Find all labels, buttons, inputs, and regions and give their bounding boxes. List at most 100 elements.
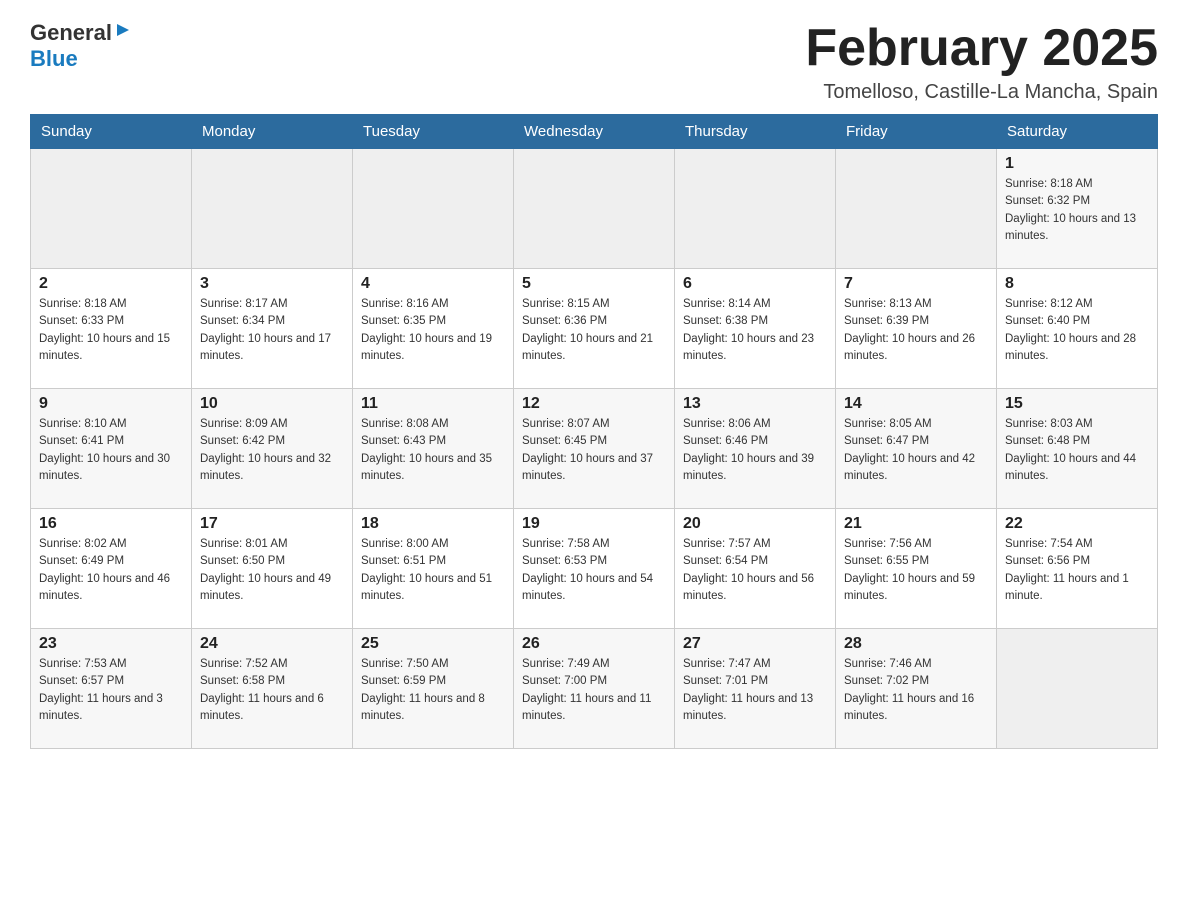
day-number: 4 (361, 275, 505, 293)
day-info: Sunrise: 8:14 AM Sunset: 6:38 PM Dayligh… (683, 296, 827, 365)
day-info: Sunrise: 8:16 AM Sunset: 6:35 PM Dayligh… (361, 296, 505, 365)
calendar-day-cell: 26 Sunrise: 7:49 AM Sunset: 7:00 PM Dayli… (514, 629, 675, 749)
day-info: Sunrise: 8:05 AM Sunset: 6:47 PM Dayligh… (844, 416, 988, 485)
calendar-day-header: Tuesday (353, 115, 514, 149)
calendar-day-cell: 23 Sunrise: 7:53 AM Sunset: 6:57 PM Dayli… (31, 629, 192, 749)
calendar-day-cell: 14 Sunrise: 8:05 AM Sunset: 6:47 PM Dayli… (836, 389, 997, 509)
calendar-day-header: Thursday (675, 115, 836, 149)
day-number: 11 (361, 395, 505, 413)
day-info: Sunrise: 8:18 AM Sunset: 6:33 PM Dayligh… (39, 296, 183, 365)
day-info: Sunrise: 8:18 AM Sunset: 6:32 PM Dayligh… (1005, 176, 1149, 245)
day-number: 1 (1005, 155, 1149, 173)
day-info: Sunrise: 7:56 AM Sunset: 6:55 PM Dayligh… (844, 536, 988, 605)
calendar-day-cell (997, 629, 1158, 749)
calendar-day-cell: 28 Sunrise: 7:46 AM Sunset: 7:02 PM Dayli… (836, 629, 997, 749)
day-info: Sunrise: 7:53 AM Sunset: 6:57 PM Dayligh… (39, 656, 183, 725)
calendar-day-cell: 17 Sunrise: 8:01 AM Sunset: 6:50 PM Dayli… (192, 509, 353, 629)
calendar-day-cell: 18 Sunrise: 8:00 AM Sunset: 6:51 PM Dayli… (353, 509, 514, 629)
day-number: 28 (844, 635, 988, 653)
day-info: Sunrise: 8:17 AM Sunset: 6:34 PM Dayligh… (200, 296, 344, 365)
day-info: Sunrise: 7:52 AM Sunset: 6:58 PM Dayligh… (200, 656, 344, 725)
calendar-day-cell: 20 Sunrise: 7:57 AM Sunset: 6:54 PM Dayli… (675, 509, 836, 629)
day-info: Sunrise: 8:01 AM Sunset: 6:50 PM Dayligh… (200, 536, 344, 605)
calendar-day-cell: 8Sunrise: 8:12 AM Sunset: 6:40 PM Daylig… (997, 269, 1158, 389)
calendar-day-cell: 24 Sunrise: 7:52 AM Sunset: 6:58 PM Dayli… (192, 629, 353, 749)
calendar-day-cell: 25Sunrise: 7:50 AM Sunset: 6:59 PM Dayli… (353, 629, 514, 749)
day-info: Sunrise: 7:57 AM Sunset: 6:54 PM Dayligh… (683, 536, 827, 605)
day-number: 19 (522, 515, 666, 533)
day-number: 26 (522, 635, 666, 653)
logo-arrow-icon (114, 21, 132, 44)
day-info: Sunrise: 7:50 AM Sunset: 6:59 PM Dayligh… (361, 656, 505, 725)
title-section: February 2025 Tomelloso, Castille-La Man… (805, 20, 1158, 104)
calendar-week-row: 1 Sunrise: 8:18 AM Sunset: 6:32 PM Daylig… (31, 149, 1158, 269)
day-info: Sunrise: 8:09 AM Sunset: 6:42 PM Dayligh… (200, 416, 344, 485)
calendar-day-cell: 1 Sunrise: 8:18 AM Sunset: 6:32 PM Daylig… (997, 149, 1158, 269)
calendar-header-row: SundayMondayTuesdayWednesdayThursdayFrid… (31, 115, 1158, 149)
day-number: 9 (39, 395, 183, 413)
day-number: 3 (200, 275, 344, 293)
calendar-day-cell: 6 Sunrise: 8:14 AM Sunset: 6:38 PM Daylig… (675, 269, 836, 389)
day-info: Sunrise: 8:07 AM Sunset: 6:45 PM Dayligh… (522, 416, 666, 485)
calendar-week-row: 2 Sunrise: 8:18 AM Sunset: 6:33 PM Daylig… (31, 269, 1158, 389)
calendar-week-row: 9Sunrise: 8:10 AM Sunset: 6:41 PM Daylig… (31, 389, 1158, 509)
day-number: 16 (39, 515, 183, 533)
calendar-day-cell: 21 Sunrise: 7:56 AM Sunset: 6:55 PM Dayli… (836, 509, 997, 629)
day-number: 7 (844, 275, 988, 293)
calendar-week-row: 16 Sunrise: 8:02 AM Sunset: 6:49 PM Dayli… (31, 509, 1158, 629)
day-number: 21 (844, 515, 988, 533)
calendar-day-cell: 5 Sunrise: 8:15 AM Sunset: 6:36 PM Daylig… (514, 269, 675, 389)
day-info: Sunrise: 8:08 AM Sunset: 6:43 PM Dayligh… (361, 416, 505, 485)
calendar-day-cell: 22Sunrise: 7:54 AM Sunset: 6:56 PM Dayli… (997, 509, 1158, 629)
calendar-day-cell: 2 Sunrise: 8:18 AM Sunset: 6:33 PM Daylig… (31, 269, 192, 389)
calendar-day-cell: 9Sunrise: 8:10 AM Sunset: 6:41 PM Daylig… (31, 389, 192, 509)
logo: General Blue (30, 20, 132, 72)
calendar-day-header: Wednesday (514, 115, 675, 149)
calendar-table: SundayMondayTuesdayWednesdayThursdayFrid… (30, 114, 1158, 749)
page-header: General Blue February 2025 Tomelloso, Ca… (30, 20, 1158, 104)
calendar-day-cell (514, 149, 675, 269)
calendar-day-header: Saturday (997, 115, 1158, 149)
day-info: Sunrise: 7:58 AM Sunset: 6:53 PM Dayligh… (522, 536, 666, 605)
day-info: Sunrise: 8:03 AM Sunset: 6:48 PM Dayligh… (1005, 416, 1149, 485)
day-info: Sunrise: 7:46 AM Sunset: 7:02 PM Dayligh… (844, 656, 988, 725)
calendar-day-cell: 10 Sunrise: 8:09 AM Sunset: 6:42 PM Dayli… (192, 389, 353, 509)
calendar-day-cell: 4 Sunrise: 8:16 AM Sunset: 6:35 PM Daylig… (353, 269, 514, 389)
day-number: 5 (522, 275, 666, 293)
calendar-day-cell (192, 149, 353, 269)
calendar-day-cell (836, 149, 997, 269)
day-number: 6 (683, 275, 827, 293)
day-number: 2 (39, 275, 183, 293)
calendar-week-row: 23 Sunrise: 7:53 AM Sunset: 6:57 PM Dayli… (31, 629, 1158, 749)
day-number: 20 (683, 515, 827, 533)
calendar-day-cell (675, 149, 836, 269)
day-number: 18 (361, 515, 505, 533)
day-number: 13 (683, 395, 827, 413)
day-number: 12 (522, 395, 666, 413)
calendar-day-header: Friday (836, 115, 997, 149)
calendar-day-cell: 15Sunrise: 8:03 AM Sunset: 6:48 PM Dayli… (997, 389, 1158, 509)
calendar-day-cell: 12 Sunrise: 8:07 AM Sunset: 6:45 PM Dayli… (514, 389, 675, 509)
calendar-day-cell: 13Sunrise: 8:06 AM Sunset: 6:46 PM Dayli… (675, 389, 836, 509)
day-info: Sunrise: 8:12 AM Sunset: 6:40 PM Dayligh… (1005, 296, 1149, 365)
day-number: 17 (200, 515, 344, 533)
calendar-day-cell: 11 Sunrise: 8:08 AM Sunset: 6:43 PM Dayli… (353, 389, 514, 509)
calendar-day-cell (353, 149, 514, 269)
day-info: Sunrise: 8:13 AM Sunset: 6:39 PM Dayligh… (844, 296, 988, 365)
calendar-day-header: Monday (192, 115, 353, 149)
day-number: 10 (200, 395, 344, 413)
day-info: Sunrise: 7:49 AM Sunset: 7:00 PM Dayligh… (522, 656, 666, 725)
day-info: Sunrise: 7:47 AM Sunset: 7:01 PM Dayligh… (683, 656, 827, 725)
calendar-day-cell: 7 Sunrise: 8:13 AM Sunset: 6:39 PM Daylig… (836, 269, 997, 389)
calendar-day-cell: 27Sunrise: 7:47 AM Sunset: 7:01 PM Dayli… (675, 629, 836, 749)
month-title: February 2025 (805, 20, 1158, 77)
day-info: Sunrise: 8:02 AM Sunset: 6:49 PM Dayligh… (39, 536, 183, 605)
day-info: Sunrise: 8:15 AM Sunset: 6:36 PM Dayligh… (522, 296, 666, 365)
day-info: Sunrise: 8:00 AM Sunset: 6:51 PM Dayligh… (361, 536, 505, 605)
day-number: 24 (200, 635, 344, 653)
calendar-day-cell: 16 Sunrise: 8:02 AM Sunset: 6:49 PM Dayli… (31, 509, 192, 629)
day-number: 14 (844, 395, 988, 413)
day-number: 23 (39, 635, 183, 653)
day-number: 22 (1005, 515, 1149, 533)
calendar-day-cell: 3 Sunrise: 8:17 AM Sunset: 6:34 PM Daylig… (192, 269, 353, 389)
